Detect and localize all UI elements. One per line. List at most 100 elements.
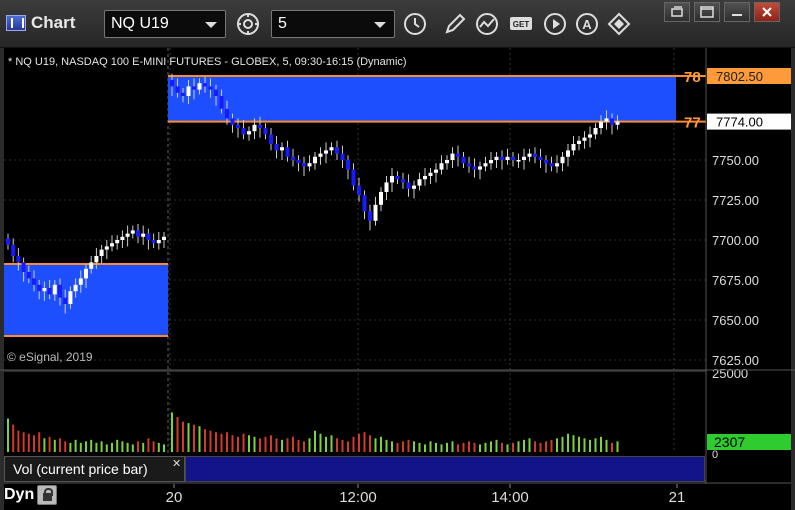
volume-bar (473, 442, 476, 452)
volume-study-strip (185, 456, 705, 482)
candle-body (373, 204, 378, 221)
volume-bar (545, 441, 547, 452)
price-tick-label: 7675.00 (712, 273, 759, 288)
candle-body (94, 256, 99, 263)
volume-bar (446, 442, 448, 452)
chart-area[interactable]: 7625.00 7650.00 7675.00 7700.00 7725.00 7750.… (0, 48, 795, 510)
candle-body (37, 284, 42, 292)
volume-bar (27, 433, 30, 452)
restore-button[interactable] (664, 2, 690, 22)
volume-bar (424, 444, 426, 452)
candle-body (197, 83, 202, 90)
volume-bar (105, 444, 108, 452)
swap-icon[interactable] (606, 11, 632, 37)
volume-bar (121, 441, 124, 452)
volume-bar (583, 438, 586, 452)
price-chart[interactable]: 7625.007650.007675.007700.007725.007750.… (0, 48, 795, 510)
candle-body (258, 124, 262, 128)
candle-body (47, 288, 52, 295)
candle-body (236, 124, 240, 128)
candle-body (170, 80, 174, 87)
candle-body (274, 144, 279, 151)
symbol-select[interactable]: NQ U19 (104, 10, 226, 38)
play-icon[interactable] (542, 11, 568, 37)
volume-bar (275, 438, 278, 452)
volume-bar (226, 432, 228, 452)
volume-bar (572, 435, 575, 452)
minimize-window-button[interactable] (724, 2, 750, 22)
pencil-icon[interactable] (442, 11, 468, 37)
volume-bar (550, 439, 553, 452)
restore-icon (671, 6, 683, 17)
current-price-label: 7774.00 (716, 115, 763, 130)
candle-body (280, 147, 284, 151)
maximize-button[interactable] (694, 2, 720, 22)
price-tick-label: 7725.00 (712, 193, 759, 208)
dyn-label: Dyn (4, 486, 35, 503)
close-button[interactable] (754, 2, 780, 22)
candle-body (162, 236, 166, 240)
volume-bar (259, 438, 261, 452)
volume-bar (59, 438, 61, 452)
zone-price-label: 7802.50 (716, 69, 763, 84)
volume-bar (429, 441, 432, 452)
svg-text:A: A (582, 17, 592, 32)
close-study-icon[interactable]: ✕ (172, 457, 181, 470)
candle-body (318, 153, 323, 157)
volume-bar (616, 441, 619, 452)
volume-bar (347, 441, 349, 452)
candle-body (225, 108, 229, 119)
candle-body (181, 92, 185, 96)
volume-bar (462, 442, 465, 452)
candle-body (313, 156, 317, 164)
volume-bar (506, 444, 509, 452)
candle-body (555, 163, 559, 167)
candle-body (11, 244, 16, 256)
alert-icon[interactable]: A (574, 11, 600, 37)
volume-bar (600, 436, 602, 452)
candle-body (335, 147, 339, 154)
volume-bar (198, 426, 201, 452)
study-icon[interactable] (235, 11, 261, 37)
volume-bar (193, 424, 195, 452)
candle-body (538, 156, 543, 160)
candle-body (302, 163, 306, 167)
candle-body (32, 278, 36, 285)
candle-body (450, 153, 455, 160)
volume-bar (220, 433, 223, 452)
volume-bar (152, 441, 155, 452)
volume-bar (100, 441, 103, 452)
volume-bar (418, 442, 421, 452)
volume-bar (303, 441, 305, 452)
volume-tick-top: 25000 (712, 366, 748, 381)
candle-body (401, 179, 405, 183)
candle-body (549, 163, 554, 167)
time-tick-label: 21 (669, 489, 686, 506)
volume-bar (53, 439, 56, 452)
candle-body (357, 185, 361, 196)
volume-bar (374, 438, 377, 452)
get-icon[interactable]: GET (508, 11, 534, 37)
candle-body (16, 256, 21, 263)
candle-body (516, 160, 521, 162)
symbol-value: NQ U19 (111, 15, 169, 32)
volume-bar (142, 442, 145, 452)
clock-icon[interactable] (402, 11, 428, 37)
lock-icon[interactable] (37, 485, 58, 505)
interval-select[interactable]: 5 (271, 10, 395, 38)
volume-study-label[interactable]: Vol (current price bar) (4, 456, 185, 482)
candle-body (566, 150, 570, 157)
candle-body (120, 236, 125, 240)
dynamic-mode-button[interactable]: Dyn (4, 484, 58, 506)
candle-body (192, 86, 196, 90)
svg-text:GET: GET (513, 20, 530, 29)
volume-bar (85, 441, 87, 452)
candle-body (593, 128, 598, 135)
volume-bar (90, 439, 93, 452)
volume-bar (48, 436, 51, 452)
line-trend-icon[interactable] (474, 11, 500, 37)
volume-bar (352, 436, 355, 452)
candle-body (582, 137, 587, 141)
volume-bar (209, 430, 212, 452)
price-zone (168, 76, 676, 122)
